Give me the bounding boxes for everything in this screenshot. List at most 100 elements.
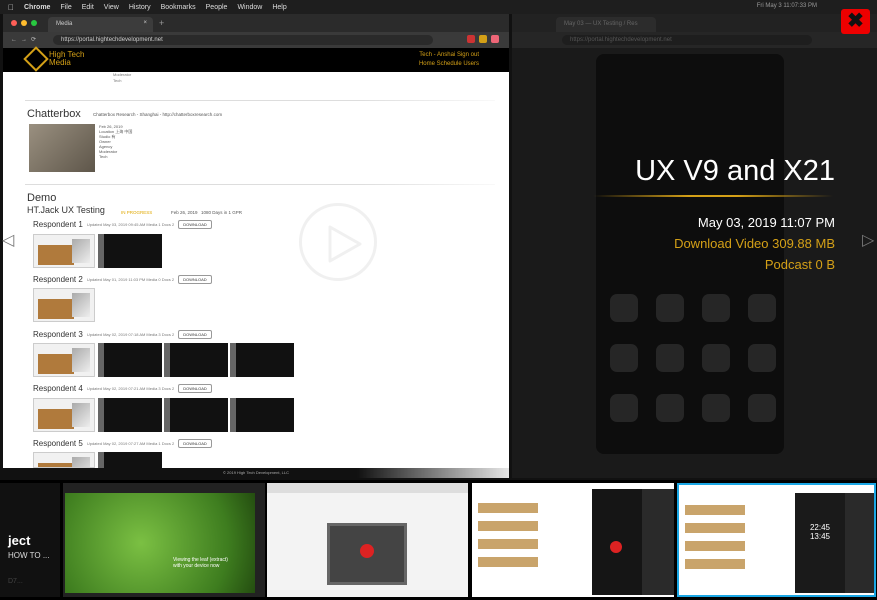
app-icon — [610, 394, 638, 422]
respondent-thumbnail[interactable] — [33, 343, 95, 377]
play-button[interactable] — [299, 203, 377, 281]
video-thumbnail[interactable] — [98, 234, 162, 268]
video-title: UX V9 and X21 — [635, 155, 835, 187]
new-tab-icon[interactable]: + — [159, 18, 164, 28]
next-arrow-icon[interactable]: ▷ — [862, 230, 874, 250]
thumb-text: D7... — [8, 578, 23, 585]
project-date: Feb 26, 2019 — [171, 210, 198, 215]
respondent-name[interactable]: Respondent 5 — [33, 439, 83, 448]
thumb-text: HOW TO ... — [8, 551, 50, 560]
download-button[interactable]: DOWNLOAD — [178, 439, 212, 448]
video-thumbnail[interactable] — [98, 452, 162, 468]
tab-media[interactable]: Media × — [48, 17, 153, 32]
address-bar: ←→⟳ https://portal.hightechdevelopment.n… — [3, 32, 509, 48]
previous-arrow-icon[interactable]: ◁ — [2, 230, 14, 250]
respondent-thumbnail[interactable] — [33, 234, 95, 268]
menu-chrome[interactable]: Chrome — [24, 4, 50, 11]
chatterbox-thumbnail[interactable] — [29, 124, 95, 172]
app-icon — [610, 294, 638, 322]
respondent-thumbnail[interactable] — [33, 452, 95, 468]
download-button[interactable]: DOWNLOAD — [178, 384, 212, 393]
extension-icon[interactable] — [467, 35, 475, 43]
close-icon[interactable]: ✖ — [841, 9, 870, 34]
menu-bookmarks[interactable]: Bookmarks — [161, 4, 196, 11]
filmstrip-thumb-3[interactable] — [267, 483, 468, 597]
respondent-meta: Updated May 01, 2019 11:03 PM Media 0 Do… — [86, 277, 175, 282]
respondent-name[interactable]: Respondent 2 — [33, 275, 83, 284]
project-title[interactable]: HT.Jack UX Testing — [27, 205, 105, 215]
nav-buttons-icon[interactable]: ←→⟳ — [11, 36, 40, 43]
close-window-icon[interactable] — [11, 20, 17, 26]
download-button[interactable]: DOWNLOAD — [178, 275, 212, 284]
menu-people[interactable]: People — [206, 4, 228, 11]
filmstrip-thumb-1[interactable]: ject HOW TO ... D7... — [0, 483, 60, 597]
menu-window[interactable]: Window — [237, 4, 262, 11]
tab-bar: May 03 — UX Testing / Res — [512, 14, 877, 32]
video-date: May 03, 2019 11:07 PM — [697, 215, 835, 230]
play-icon — [328, 225, 362, 263]
respondent-thumbnail[interactable] — [33, 398, 95, 432]
video-thumbnail[interactable] — [164, 343, 228, 377]
download-button[interactable]: DOWNLOAD — [178, 330, 212, 339]
app-icon — [610, 344, 638, 372]
time-line: 22:45 — [809, 523, 831, 532]
video-thumbnail[interactable] — [98, 398, 162, 432]
app-icon — [748, 294, 776, 322]
logo-line2: Media — [49, 58, 71, 67]
window-controls — [11, 20, 37, 26]
section-title-demo: Demo — [27, 192, 57, 204]
respondent-row: Respondent 1 Updated May 03, 2019 09:45 … — [33, 220, 212, 229]
video-thumbnail[interactable] — [230, 343, 294, 377]
tab-recording[interactable]: May 03 — UX Testing / Res — [556, 17, 656, 32]
filmstrip-thumb-5-selected[interactable]: 22:45 13:45 — [677, 483, 876, 597]
download-video-link[interactable]: Download Video 309.88 MB — [674, 236, 835, 251]
menubar-clock: Fri May 3 11:07:33 PM — [756, 3, 817, 9]
site-nav-account[interactable]: Tech - Anshai Sign out — [419, 51, 479, 60]
extension-icon[interactable] — [479, 35, 487, 43]
caption-line: with your device now — [173, 563, 220, 569]
thumb-rows — [478, 503, 538, 575]
media-thumbnails — [98, 398, 294, 432]
app-icon — [748, 394, 776, 422]
menu-history[interactable]: History — [129, 4, 151, 11]
apple-icon[interactable]:  — [8, 3, 14, 12]
respondent-name[interactable]: Respondent 4 — [33, 384, 83, 393]
respondent-meta: Updated May 02, 2019 07:18 AM Media 3 Do… — [86, 332, 175, 337]
filmstrip-thumb-4[interactable] — [472, 483, 674, 597]
respondent-thumbnail[interactable] — [33, 288, 95, 322]
site-logo[interactable]: High Tech Media — [23, 46, 84, 72]
menu-view[interactable]: View — [104, 4, 119, 11]
thumb-side-panel — [845, 493, 874, 593]
profile-icon[interactable] — [491, 35, 499, 43]
close-tab-icon[interactable]: × — [143, 20, 147, 26]
project-status: IN PROGRESS — [121, 210, 153, 215]
zoom-window-icon[interactable] — [31, 20, 37, 26]
video-thumbnail[interactable] — [230, 398, 294, 432]
logo-mark-icon — [23, 46, 49, 72]
url-field[interactable]: https://portal.hightechdevelopment.net — [53, 35, 433, 45]
download-button[interactable]: DOWNLOAD — [178, 220, 212, 229]
extensions — [467, 35, 499, 43]
filmstrip-thumb-2[interactable]: Viewing the leaf (extract) with your dev… — [63, 483, 265, 597]
url-field[interactable]: https://portal.hightechdevelopment.net — [562, 35, 812, 45]
menu-edit[interactable]: Edit — [82, 4, 94, 11]
site-nav-main[interactable]: Home Schedule Users — [419, 60, 479, 69]
app-icon — [702, 394, 730, 422]
respondent-name[interactable]: Respondent 1 — [33, 220, 83, 229]
respondent-name[interactable]: Respondent 3 — [33, 330, 83, 339]
video-thumbnail[interactable] — [98, 343, 162, 377]
menu-file[interactable]: File — [60, 4, 71, 11]
site-footer: © 2019 High Tech Development, LLC — [3, 468, 509, 478]
site-nav: Tech - Anshai Sign out Home Schedule Use… — [419, 51, 479, 69]
thumb-modal — [327, 523, 407, 585]
app-icon — [748, 344, 776, 372]
minimize-window-icon[interactable] — [21, 20, 27, 26]
podcast-link[interactable]: Podcast 0 B — [765, 257, 835, 272]
section-subtitle[interactable]: Chatterbox Research - Shanghai - http://… — [93, 112, 222, 117]
video-thumbnail[interactable] — [164, 398, 228, 432]
menu-help[interactable]: Help — [272, 4, 286, 11]
app-icon — [702, 344, 730, 372]
respondent-row: Respondent 3 Updated May 02, 2019 07:18 … — [33, 330, 212, 339]
app-grid — [610, 294, 776, 422]
previous-entry-meta: Moderator Tech — [113, 72, 131, 84]
